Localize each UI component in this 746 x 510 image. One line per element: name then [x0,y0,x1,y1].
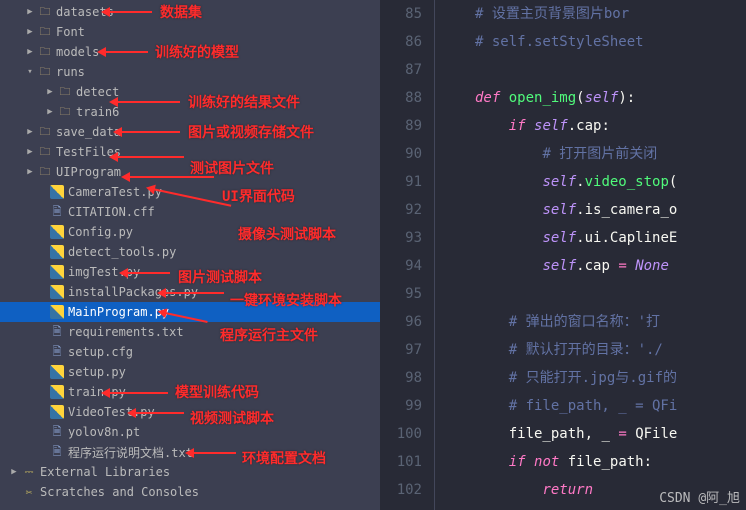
line-number: 90 [380,140,422,168]
python-file-icon [49,224,65,240]
folder-icon: 🗀 [37,144,53,160]
chevron-right-icon[interactable]: ▶ [8,467,20,477]
line-number: 95 [380,280,422,308]
tree-item-font[interactable]: ▶🗀Font [0,22,380,42]
code-line[interactable]: # 设置主页背景图片bor [475,0,746,28]
code-line[interactable]: def open_img(self): [475,84,746,112]
code-line[interactable]: # file_path, _ = QFi [475,392,746,420]
folder-icon: 🗀 [57,84,73,100]
folder-icon: 🗀 [37,44,53,60]
editor-gutter: 858687888990919293949596979899100101102 [380,0,435,510]
python-file-icon [49,284,65,300]
annotation-models: 训练好的模型 [155,42,239,62]
text-file-icon: 🗎 [49,204,65,220]
code-editor[interactable]: 858687888990919293949596979899100101102 … [380,0,746,510]
annotation-videotest: 视频测试脚本 [190,408,274,428]
python-file-icon [49,364,65,380]
code-line[interactable]: # 弹出的窗口名称：'打 [475,308,746,336]
code-line[interactable]: if not file_path: [475,448,746,476]
python-file-icon [49,184,65,200]
code-line[interactable]: file_path, _ = QFile [475,420,746,448]
line-number: 89 [380,112,422,140]
annotation-datasets: 数据集 [160,2,202,22]
python-file-icon [49,304,65,320]
annotation-readme: 环境配置文档 [242,448,326,468]
folder-icon: 🗀 [37,64,53,80]
line-number: 99 [380,392,422,420]
line-number: 96 [380,308,422,336]
tree-item-setup-py[interactable]: ▶setup.py [0,362,380,382]
code-line[interactable]: # 只能打开.jpg与.gif的 [475,364,746,392]
tree-item-requirements[interactable]: ▶🗎requirements.txt [0,322,380,342]
annotation-savedata: 图片或视频存储文件 [188,122,314,142]
folder-icon: 🗀 [57,104,73,120]
chevron-right-icon[interactable]: ▶ [24,7,36,17]
tree-item-citation[interactable]: ▶🗎CITATION.cff [0,202,380,222]
annotation-installpackages: 一键环境安装脚本 [230,290,342,310]
line-number: 85 [380,0,422,28]
line-number: 102 [380,476,422,504]
chevron-right-icon[interactable]: ▶ [24,47,36,57]
code-line[interactable]: # self.setStyleSheet [475,28,746,56]
code-line[interactable]: # 打开图片前关闭 [475,140,746,168]
code-line[interactable] [475,56,746,84]
line-number: 91 [380,168,422,196]
tree-item-scratches[interactable]: ▶✂Scratches and Consoles [0,482,380,502]
line-number: 98 [380,364,422,392]
line-number: 92 [380,196,422,224]
code-line[interactable]: self.ui.CaplineE [475,224,746,252]
scratches-icon: ✂ [21,484,37,500]
code-line[interactable]: if self.cap: [475,112,746,140]
line-number: 97 [380,336,422,364]
chevron-down-icon[interactable]: ▾ [24,67,36,77]
annotation-train: 模型训练代码 [175,382,259,402]
code-line[interactable]: self.cap = None [475,252,746,280]
line-number: 87 [380,56,422,84]
folder-icon: 🗀 [37,164,53,180]
editor-code-area[interactable]: # 设置主页背景图片bor# self.setStyleSheet def ope… [435,0,746,510]
folder-icon: 🗀 [37,124,53,140]
python-file-icon [49,264,65,280]
code-line[interactable]: self.is_camera_o [475,196,746,224]
tree-item-runs[interactable]: ▾🗀runs [0,62,380,82]
python-file-icon [49,404,65,420]
code-line[interactable]: self.video_stop( [475,168,746,196]
text-file-icon: 🗎 [49,344,65,360]
chevron-right-icon[interactable]: ▶ [24,127,36,137]
watermark: CSDN @阿_旭 [659,487,740,506]
code-line[interactable] [475,280,746,308]
model-file-icon: 🗎 [49,424,65,440]
line-number: 101 [380,448,422,476]
annotation-mainprogram: 程序运行主文件 [220,325,318,345]
line-number: 93 [380,224,422,252]
chevron-right-icon[interactable]: ▶ [24,147,36,157]
chevron-right-icon[interactable]: ▶ [44,87,56,97]
code-line[interactable]: # 默认打开的目录：'./ [475,336,746,364]
annotation-runs: 训练好的结果文件 [188,92,300,112]
annotation-testfiles: 测试图片文件 [190,158,274,178]
project-tree-sidebar: ▶🗀datasets ▶🗀Font ▶🗀models ▾🗀runs ▶🗀dete… [0,0,380,510]
chevron-right-icon[interactable]: ▶ [44,107,56,117]
annotation-cameratest: 摄像头测试脚本 [238,224,336,244]
annotation-imgtest: 图片测试脚本 [178,267,262,287]
python-file-icon [49,244,65,260]
tree-item-cameratest[interactable]: ▶CameraTest.py [0,182,380,202]
annotation-uiprogram: UI界面代码 [222,186,295,206]
line-number: 88 [380,84,422,112]
text-file-icon: 🗎 [49,324,65,340]
folder-icon: 🗀 [37,4,53,20]
library-icon: ⎓ [21,464,37,480]
python-file-icon [49,384,65,400]
chevron-right-icon[interactable]: ▶ [24,167,36,177]
tree-item-setup-cfg[interactable]: ▶🗎setup.cfg [0,342,380,362]
text-file-icon: 🗎 [49,444,65,460]
line-number: 94 [380,252,422,280]
folder-icon: 🗀 [37,24,53,40]
line-number: 100 [380,420,422,448]
tree-item-detect-tools[interactable]: ▶detect_tools.py [0,242,380,262]
line-number: 86 [380,28,422,56]
chevron-right-icon[interactable]: ▶ [24,27,36,37]
